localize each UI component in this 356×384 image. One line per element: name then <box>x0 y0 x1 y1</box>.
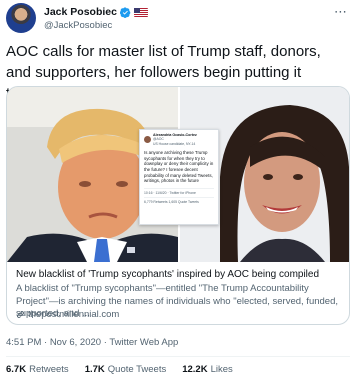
likes-count: 12.2K <box>182 364 208 375</box>
embedded-stats: 6,779 Retweets 1,605 Quote Tweets <box>144 197 214 204</box>
embedded-body: Is anyone archiving these Trump sycophan… <box>144 150 214 184</box>
likes-label: Likes <box>210 364 233 375</box>
embedded-avatar <box>144 136 151 144</box>
retweets-count: 6.7K <box>6 364 27 375</box>
tweet-header: Jack Posobiec @JackPosobiec ⋯ <box>6 3 350 37</box>
verified-badge-icon <box>119 6 131 18</box>
author-name[interactable]: Jack Posobiec <box>44 6 117 18</box>
author-name-row: Jack Posobiec <box>44 6 148 18</box>
us-flag-icon <box>133 7 148 17</box>
retweets-stat[interactable]: 6.7K Retweets <box>6 364 69 375</box>
card-title[interactable]: New blacklist of 'Trump sycophants' insp… <box>16 269 342 280</box>
embedded-tweet-screenshot: Alexandria Ocasio-Cortez @AOC US House c… <box>139 129 219 225</box>
embedded-bio: US House candidate, NY-14 <box>153 141 196 146</box>
quote-tweets-label: Quote Tweets <box>107 364 167 375</box>
tweet-timestamp[interactable]: 4:51 PM · Nov 6, 2020 · Twitter Web App <box>6 337 178 348</box>
link-icon <box>17 311 24 318</box>
quote-tweets-count: 1.7K <box>84 364 105 375</box>
author-avatar[interactable] <box>6 3 36 33</box>
quote-tweets-stat[interactable]: 1.7K Quote Tweets <box>85 364 167 375</box>
link-card[interactable]: Alexandria Ocasio-Cortez @AOC US House c… <box>6 86 350 325</box>
likes-stat[interactable]: 12.2K Likes <box>182 364 233 375</box>
retweets-label: Retweets <box>29 364 69 375</box>
author-handle[interactable]: @JackPosobiec <box>44 20 112 31</box>
divider <box>6 356 350 357</box>
card-image: Alexandria Ocasio-Cortez @AOC US House c… <box>7 87 349 262</box>
card-domain-text: thepostmillennial.com <box>28 309 120 320</box>
tweet-stats: 6.7K Retweets 1.7K Quote Tweets 12.2K Li… <box>6 364 233 375</box>
more-options-icon[interactable]: ⋯ <box>334 4 348 20</box>
embedded-meta: 10:16 · 11/6/20 · Twitter for iPhone <box>144 187 214 195</box>
card-domain[interactable]: thepostmillennial.com <box>16 309 119 320</box>
